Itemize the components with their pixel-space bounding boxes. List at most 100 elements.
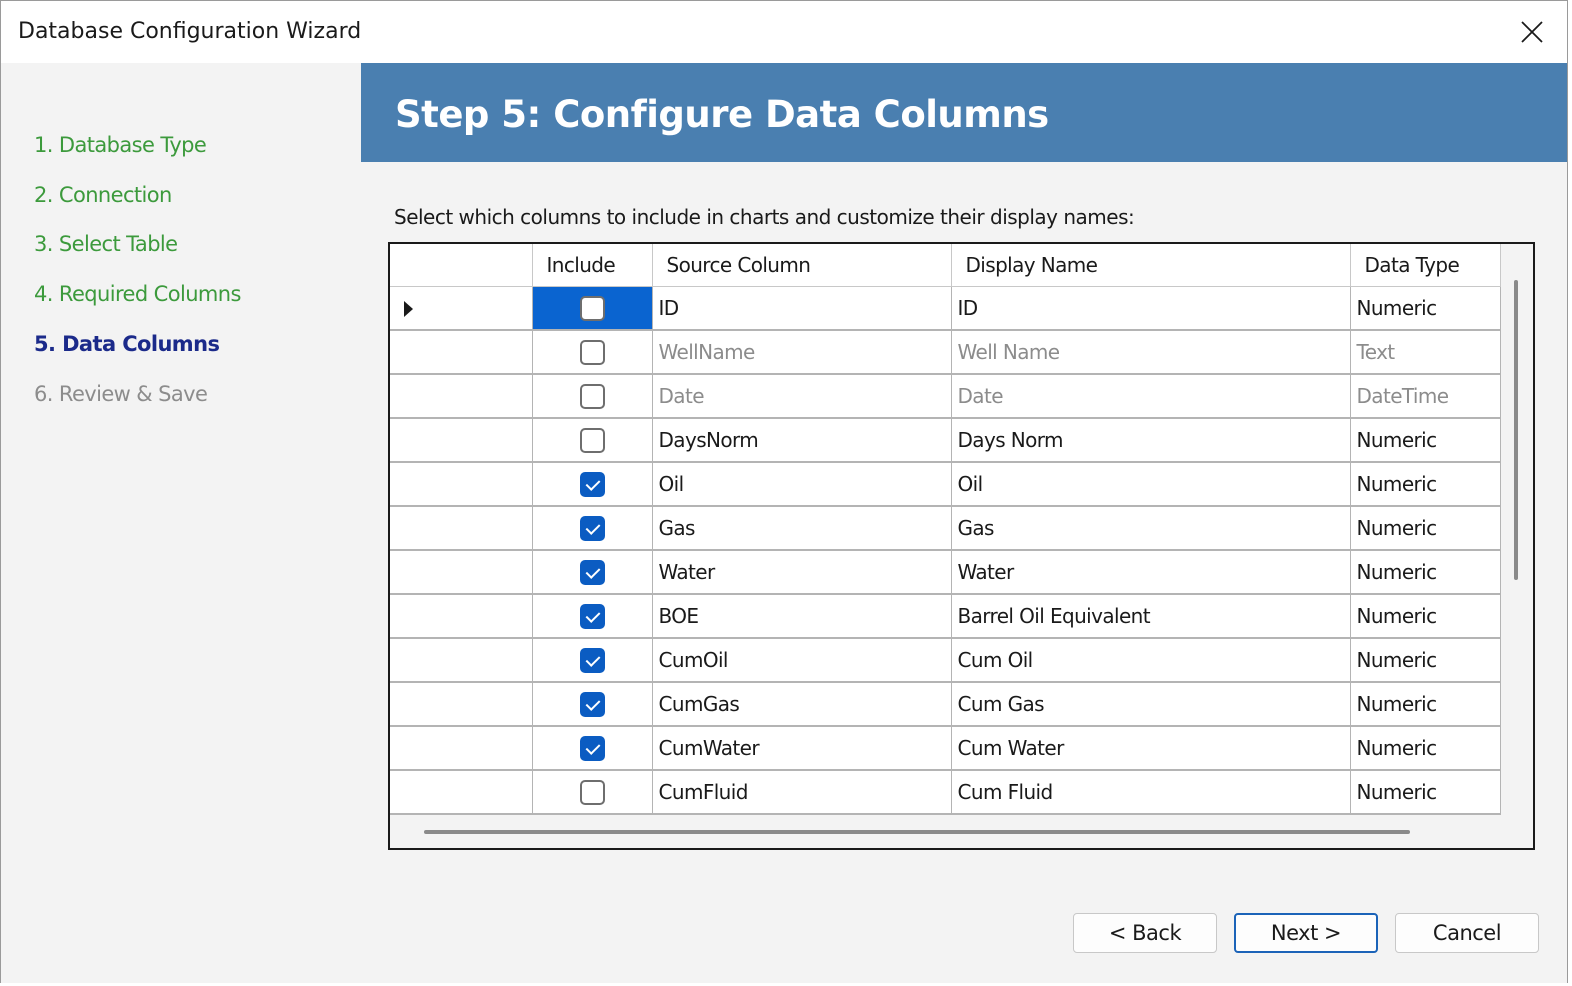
row-header[interactable] xyxy=(390,286,533,331)
data-type-cell: Numeric xyxy=(1350,418,1501,463)
horizontal-scrollbar[interactable] xyxy=(424,830,1410,834)
display-name-cell[interactable]: Cum Gas xyxy=(951,682,1351,727)
include-checkbox[interactable] xyxy=(579,295,605,321)
source-column-cell: Gas xyxy=(652,506,952,551)
include-checkbox[interactable] xyxy=(579,472,605,497)
table-row[interactable]: WellName Well Name Text xyxy=(390,330,1501,375)
row-header[interactable] xyxy=(390,330,533,375)
step-title: Step 5: Configure Data Columns xyxy=(395,93,1049,136)
header-display-name[interactable]: Display Name xyxy=(951,244,1351,287)
source-column-cell: ID xyxy=(652,286,952,331)
display-name-cell[interactable]: Barrel Oil Equivalent xyxy=(951,594,1351,639)
close-button[interactable] xyxy=(1497,1,1567,63)
display-name-cell: Date xyxy=(951,374,1351,419)
include-cell xyxy=(532,550,653,595)
include-cell xyxy=(532,286,653,331)
table-row[interactable]: CumOil Cum Oil Numeric xyxy=(390,638,1501,683)
include-checkbox[interactable] xyxy=(579,604,605,629)
row-header[interactable] xyxy=(390,770,533,815)
source-column-cell: CumOil xyxy=(652,638,952,683)
source-column-cell: CumGas xyxy=(652,682,952,727)
data-type-cell: DateTime xyxy=(1350,374,1501,419)
source-column-cell: Date xyxy=(652,374,952,419)
title-bar: Database Configuration Wizard xyxy=(1,1,1567,63)
row-header-corner xyxy=(390,244,533,287)
display-name-cell[interactable]: Gas xyxy=(951,506,1351,551)
include-checkbox[interactable] xyxy=(579,648,605,673)
step-required-columns: 4. Required Columns xyxy=(34,282,241,306)
data-type-cell: Numeric xyxy=(1350,506,1501,551)
include-cell xyxy=(532,506,653,551)
table-row[interactable]: BOE Barrel Oil Equivalent Numeric xyxy=(390,594,1501,639)
data-type-cell: Numeric xyxy=(1350,682,1501,727)
display-name-cell[interactable]: Water xyxy=(951,550,1351,595)
source-column-cell: WellName xyxy=(652,330,952,375)
display-name-cell[interactable]: Cum Water xyxy=(951,726,1351,771)
step-connection: 2. Connection xyxy=(34,183,172,207)
source-column-cell: Water xyxy=(652,550,952,595)
include-checkbox[interactable] xyxy=(579,692,605,717)
display-name-cell[interactable]: Cum Oil xyxy=(951,638,1351,683)
include-checkbox[interactable] xyxy=(579,384,605,409)
include-cell xyxy=(532,330,653,375)
include-cell xyxy=(532,682,653,727)
row-header[interactable] xyxy=(390,462,533,507)
display-name-cell[interactable]: Cum Fluid xyxy=(951,770,1351,815)
row-header[interactable] xyxy=(390,418,533,463)
row-header[interactable] xyxy=(390,594,533,639)
header-source-column[interactable]: Source Column xyxy=(652,244,952,287)
row-header[interactable] xyxy=(390,682,533,727)
back-button[interactable]: < Back xyxy=(1073,913,1217,953)
source-column-cell: DaysNorm xyxy=(652,418,952,463)
include-checkbox[interactable] xyxy=(579,340,605,365)
data-type-cell: Numeric xyxy=(1350,594,1501,639)
display-name-cell[interactable]: ID xyxy=(951,286,1351,331)
table-row[interactable]: Water Water Numeric xyxy=(390,550,1501,595)
display-name-cell: Well Name xyxy=(951,330,1351,375)
wizard-window: Database Configuration Wizard 1. Databas… xyxy=(0,0,1568,983)
include-checkbox[interactable] xyxy=(579,560,605,585)
include-checkbox[interactable] xyxy=(579,516,605,541)
include-cell xyxy=(532,726,653,771)
include-cell xyxy=(532,594,653,639)
data-type-cell: Numeric xyxy=(1350,550,1501,595)
row-header[interactable] xyxy=(390,550,533,595)
wizard-steps-sidebar: 1. Database Type 2. Connection 3. Select… xyxy=(1,63,361,983)
table-row[interactable]: CumGas Cum Gas Numeric xyxy=(390,682,1501,727)
include-checkbox[interactable] xyxy=(579,780,605,805)
include-cell xyxy=(532,374,653,419)
main-panel: Step 5: Configure Data Columns Select wh… xyxy=(361,63,1567,983)
table-row[interactable]: Oil Oil Numeric xyxy=(390,462,1501,507)
source-column-cell: BOE xyxy=(652,594,952,639)
header-data-type[interactable]: Data Type xyxy=(1350,244,1501,287)
data-type-cell: Numeric xyxy=(1350,286,1501,331)
columns-grid[interactable]: Include Source Column Display Name Data … xyxy=(388,242,1535,850)
data-type-cell: Numeric xyxy=(1350,462,1501,507)
vertical-scrollbar[interactable] xyxy=(1514,280,1518,580)
data-type-cell: Numeric xyxy=(1350,770,1501,815)
cancel-button[interactable]: Cancel xyxy=(1395,913,1539,953)
row-header[interactable] xyxy=(390,638,533,683)
data-type-cell: Numeric xyxy=(1350,726,1501,771)
display-name-cell[interactable]: Oil xyxy=(951,462,1351,507)
instructions-text: Select which columns to include in chart… xyxy=(394,205,1135,229)
table-row[interactable]: Gas Gas Numeric xyxy=(390,506,1501,551)
table-row[interactable]: DaysNorm Days Norm Numeric xyxy=(390,418,1501,463)
table-row[interactable]: CumWater Cum Water Numeric xyxy=(390,726,1501,771)
include-checkbox[interactable] xyxy=(579,736,605,761)
source-column-cell: CumWater xyxy=(652,726,952,771)
step-data-columns: 5. Data Columns xyxy=(34,332,220,356)
include-cell xyxy=(532,638,653,683)
row-header[interactable] xyxy=(390,506,533,551)
row-header[interactable] xyxy=(390,726,533,771)
table-row[interactable]: CumFluid Cum Fluid Numeric xyxy=(390,770,1501,815)
step-banner: Step 5: Configure Data Columns xyxy=(361,63,1567,162)
table-row[interactable]: Date Date DateTime xyxy=(390,374,1501,419)
display-name-cell[interactable]: Days Norm xyxy=(951,418,1351,463)
row-indicator-icon xyxy=(404,301,413,318)
next-button[interactable]: Next > xyxy=(1234,913,1378,953)
table-row[interactable]: ID ID Numeric xyxy=(390,286,1501,331)
include-checkbox[interactable] xyxy=(579,428,605,453)
header-include[interactable]: Include xyxy=(532,244,653,287)
row-header[interactable] xyxy=(390,374,533,419)
